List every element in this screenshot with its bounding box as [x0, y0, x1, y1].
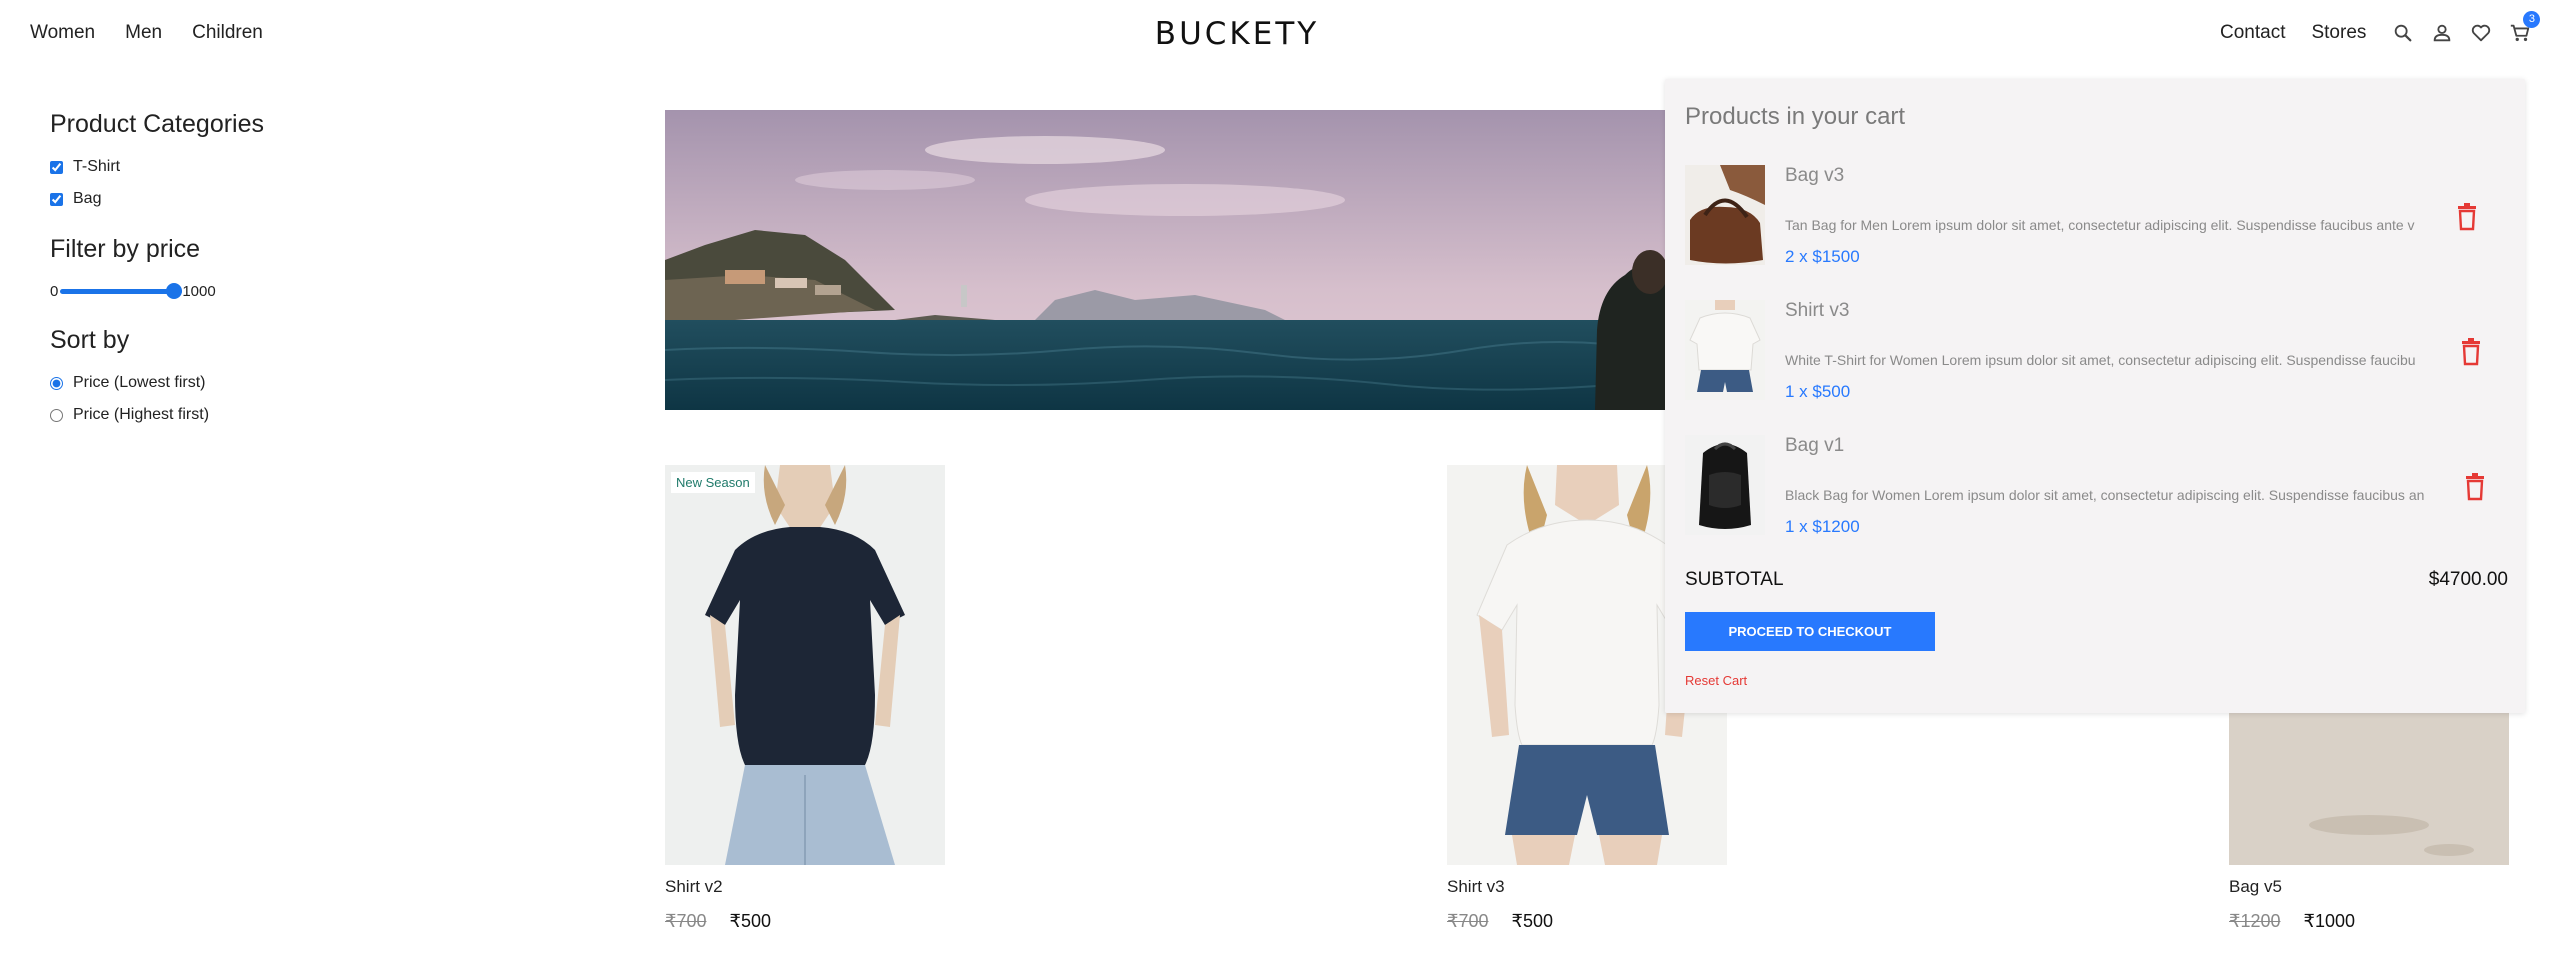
sale-price: ₹1000	[2303, 911, 2356, 931]
cart-item-quantity: 1 x $1200	[1785, 517, 1860, 536]
product-image[interactable]: New Season	[665, 465, 945, 865]
category-option-bag[interactable]: Bag	[50, 183, 350, 215]
hero-image	[665, 110, 1665, 410]
nav-link-stores[interactable]: Stores	[2311, 22, 2366, 44]
user-icon[interactable]	[2431, 22, 2453, 44]
sort-label: Price (Highest first)	[73, 406, 210, 423]
cart-item-name: Bag v1	[1785, 435, 1845, 456]
delete-icon[interactable]	[2455, 203, 2479, 231]
sale-price: ₹500	[729, 911, 771, 931]
cart-item-quantity: 2 x $1500	[1785, 247, 1860, 266]
slider-thumb[interactable]	[166, 283, 183, 299]
cart-item-name: Shirt v3	[1785, 300, 1850, 321]
delete-icon[interactable]	[2459, 338, 2483, 366]
cart-item-description: White T-Shirt for Women Lorem ipsum dolo…	[1785, 352, 2416, 368]
sort-heading: Sort by	[50, 326, 130, 354]
cart-icon[interactable]: 3	[2509, 11, 2541, 44]
sort-option-highest[interactable]: Price (Highest first)	[50, 399, 350, 431]
slider-track	[60, 289, 183, 294]
product-price: ₹700 ₹500	[665, 911, 945, 932]
price-max: 1000	[182, 282, 216, 300]
product-price: ₹700 ₹500	[1447, 911, 1727, 932]
top-navbar: Women Men Children BUCKETY Contact Store…	[0, 0, 2560, 72]
product-photo	[665, 465, 945, 865]
old-price: ₹700	[1447, 911, 1489, 931]
cart-item-thumbnail[interactable]	[1685, 300, 1765, 400]
cart-item: Bag v3 Tan Bag for Men Lorem ipsum dolor…	[1685, 165, 2505, 275]
cart-item-thumbnail[interactable]	[1685, 435, 1765, 535]
sort-option-lowest[interactable]: Price (Lowest first)	[50, 367, 350, 399]
price-heading: Filter by price	[50, 235, 201, 263]
product-photo	[1685, 165, 1765, 265]
cart-panel: Products in your cart Bag v3 Tan Bag for…	[1665, 79, 2525, 713]
cart-item-description: Tan Bag for Men Lorem ipsum dolor sit am…	[1785, 217, 2415, 233]
category-option-tshirt[interactable]: T-Shirt	[50, 151, 350, 183]
old-price: ₹1200	[2229, 911, 2281, 931]
nav-link-contact[interactable]: Contact	[2220, 22, 2285, 44]
cart-item: Shirt v3 White T-Shirt for Women Lorem i…	[1685, 300, 2505, 410]
product-title[interactable]: Shirt v2	[665, 877, 945, 897]
cart-item: Bag v1 Black Bag for Women Lorem ipsum d…	[1685, 435, 2505, 545]
price-filter: Filter by price 0 1000	[50, 235, 350, 306]
sort-filter: Sort by Price (Lowest first) Price (High…	[50, 326, 350, 431]
search-icon[interactable]	[2392, 22, 2414, 44]
category-label: T-Shirt	[73, 158, 121, 175]
heart-icon[interactable]	[2470, 22, 2492, 44]
sort-label: Price (Lowest first)	[73, 374, 206, 391]
new-season-badge: New Season	[671, 472, 755, 493]
product-photo	[1685, 435, 1765, 535]
sort-highest-radio[interactable]	[50, 408, 63, 422]
product-title[interactable]: Bag v5	[2229, 877, 2509, 897]
reset-cart-link[interactable]: Reset Cart	[1685, 673, 1747, 688]
sale-price: ₹500	[1511, 911, 1553, 931]
price-min: 0	[50, 282, 59, 300]
price-range: 0 1000	[50, 276, 350, 306]
product-title[interactable]: Shirt v3	[1447, 877, 1727, 897]
proceed-to-checkout-button[interactable]: PROCEED TO CHECKOUT	[1685, 612, 1935, 651]
category-filter: Product Categories T-Shirt Bag	[50, 110, 350, 215]
delete-icon[interactable]	[2463, 473, 2487, 501]
categories-heading: Product Categories	[50, 110, 265, 138]
product-card[interactable]: New Season Shirt v2 ₹700 ₹500	[665, 465, 945, 932]
subtotal-value: $4700.00	[2428, 569, 2508, 590]
bag-checkbox[interactable]	[50, 192, 63, 206]
brand-logo[interactable]: BUCKETY	[0, 16, 2474, 52]
cart-item-description: Black Bag for Women Lorem ipsum dolor si…	[1785, 487, 2425, 503]
sort-lowest-radio[interactable]	[50, 376, 63, 390]
cart-item-name: Bag v3	[1785, 165, 1845, 186]
product-photo	[1685, 300, 1765, 400]
product-price: ₹1200 ₹1000	[2229, 911, 2509, 932]
hero-banner	[665, 110, 1665, 410]
tshirt-checkbox[interactable]	[50, 160, 63, 174]
old-price: ₹700	[665, 911, 707, 931]
subtotal-label: SUBTOTAL	[1685, 569, 1784, 590]
filter-sidebar: Product Categories T-Shirt Bag Filter by…	[50, 110, 350, 451]
cart-item-quantity: 1 x $500	[1785, 382, 1851, 401]
cart-title: Products in your cart	[1685, 103, 1906, 130]
nav-actions: Contact Stores 3	[2220, 11, 2548, 44]
cart-item-thumbnail[interactable]	[1685, 165, 1765, 265]
category-label: Bag	[73, 190, 102, 207]
cart-count-badge: 3	[2523, 11, 2541, 28]
price-slider[interactable]	[60, 283, 183, 299]
